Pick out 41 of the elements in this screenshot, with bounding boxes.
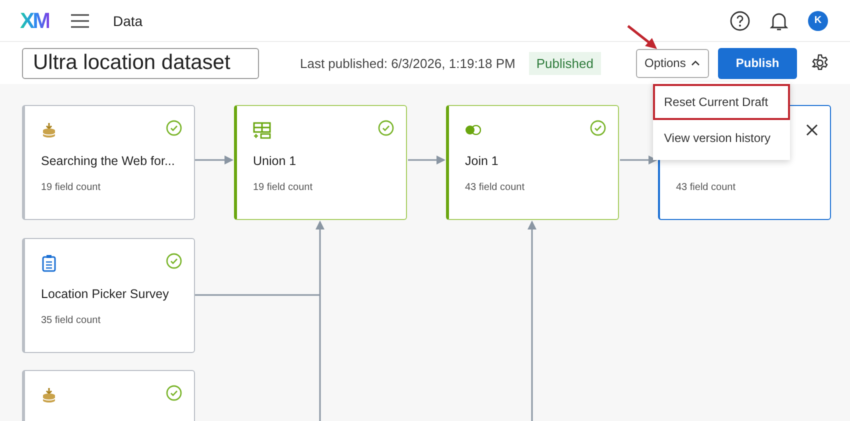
settings-icon[interactable]	[811, 54, 830, 72]
close-icon[interactable]	[806, 124, 818, 136]
node-card[interactable]: Union 1 19 field count	[234, 105, 407, 220]
connector-arrow	[408, 156, 446, 164]
bell-icon[interactable]	[770, 10, 788, 30]
dataset-name-field[interactable]: Ultra location dataset	[22, 48, 259, 78]
field-count: 43 field count	[676, 182, 736, 193]
check-circle-icon	[166, 120, 182, 136]
section-title: Data	[113, 12, 143, 28]
status-badge: Published	[529, 52, 600, 74]
database-icon	[41, 122, 57, 138]
check-circle-icon	[166, 252, 182, 268]
field-count: 19 field count	[41, 182, 102, 193]
field-count: 35 field count	[41, 315, 102, 326]
node-title: Location Picker Survey	[41, 287, 170, 301]
check-circle-icon	[590, 120, 606, 136]
caret-icon	[690, 60, 700, 66]
node-card[interactable]: Location Picker Survey 35 field count	[22, 238, 195, 353]
node-card[interactable]: Join 1 43 field count	[446, 105, 619, 220]
last-published-text: Last published: 6/3/2026, 1:19:18 PM	[300, 56, 516, 70]
options-button[interactable]: Options	[636, 48, 709, 78]
database-icon	[41, 387, 57, 403]
menu-item[interactable]: Reset Current Draft	[653, 84, 790, 120]
field-count: 43 field count	[465, 182, 526, 193]
node-title: Searching the Web for...	[41, 154, 176, 168]
user-avatar[interactable]: K	[808, 10, 828, 30]
clipboard-icon	[41, 254, 57, 272]
check-circle-icon	[378, 120, 394, 136]
check-circle-icon	[166, 384, 182, 400]
annotation-arrow	[627, 25, 657, 49]
connector-arrow	[195, 156, 234, 164]
join-circles-icon	[465, 125, 481, 135]
table-add-icon	[253, 122, 271, 138]
node-card[interactable]: Searching the Web for... 19 field count	[22, 105, 195, 220]
help-icon[interactable]	[730, 10, 750, 30]
field-count: 19 field count	[253, 182, 314, 193]
publish-button[interactable]: Publish	[718, 48, 798, 78]
node-title: Union 1	[253, 154, 298, 168]
connector-arrow	[620, 156, 658, 164]
menu-icon[interactable]	[71, 14, 89, 28]
node-title: Join 1	[465, 154, 500, 168]
